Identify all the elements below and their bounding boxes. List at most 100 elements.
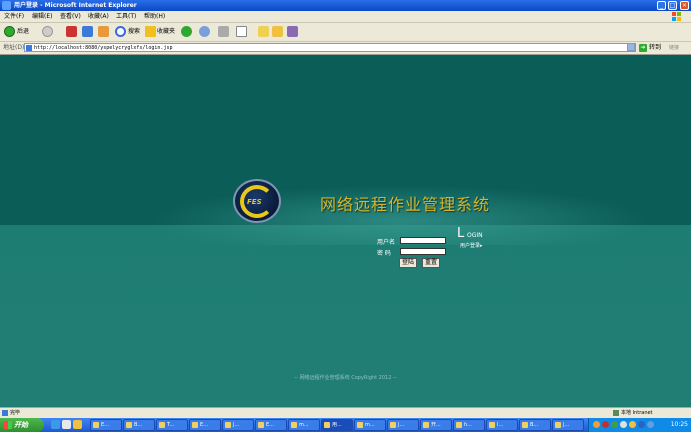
search-icon[interactable] [115, 26, 126, 37]
address-label: 地址(D) [3, 44, 25, 51]
menu-tools[interactable]: 工具(T) [116, 11, 136, 22]
task-icon [192, 422, 198, 428]
task-icon [522, 422, 528, 428]
edit-icon[interactable] [236, 26, 247, 37]
stop-icon[interactable] [66, 26, 77, 37]
minimize-button[interactable]: _ [657, 1, 666, 10]
address-bar: 地址(D) http://localhost:8080/yspelycryglx… [0, 42, 691, 55]
task-icon [159, 422, 165, 428]
quicklaunch-desktop-icon[interactable] [62, 420, 71, 429]
password-input[interactable] [400, 248, 446, 255]
taskbar-item[interactable]: J... [222, 419, 254, 431]
maximize-button[interactable]: □ [668, 1, 677, 10]
research-icon[interactable] [287, 26, 298, 37]
menu-edit[interactable]: 编辑(E) [32, 11, 52, 22]
menu-help[interactable]: 帮助(H) [144, 11, 165, 22]
links-button[interactable]: 链接 [669, 42, 679, 54]
volume-icon[interactable] [647, 421, 654, 428]
task-icon [225, 422, 231, 428]
search-button[interactable]: 搜索 [128, 23, 140, 41]
taskbar-item[interactable]: J... [387, 419, 419, 431]
tray-icon[interactable] [611, 421, 618, 428]
fes-logo: FES [233, 179, 281, 223]
tray-icon[interactable] [593, 421, 600, 428]
status-text: 完毕 [10, 410, 21, 416]
back-button[interactable]: 后退 [17, 23, 29, 41]
taskbar-item[interactable]: J... [552, 419, 584, 431]
favorites-star-icon[interactable] [145, 26, 156, 37]
tray-icon[interactable] [638, 421, 645, 428]
tray-icon[interactable] [629, 421, 636, 428]
close-button[interactable]: × [680, 1, 689, 10]
taskbar: 开始 E... B... T... E... J... E... m... 用.… [0, 418, 691, 432]
task-icon [126, 422, 132, 428]
logo-text: FES [247, 198, 262, 206]
taskbar-item[interactable]: m... [288, 419, 320, 431]
favorites-button[interactable]: 收藏夹 [157, 23, 175, 41]
taskbar-item[interactable]: h... [453, 419, 485, 431]
intranet-icon [613, 409, 619, 416]
task-icon [390, 422, 396, 428]
history-icon[interactable] [181, 26, 192, 37]
login-subheading: 用户登录▸ [460, 243, 483, 249]
reset-button[interactable]: 重置 [422, 258, 440, 268]
taskbar-item[interactable]: T... [156, 419, 188, 431]
status-bar: 完毕 本地 Intranet [0, 407, 691, 418]
taskbar-item[interactable]: 开... [420, 419, 452, 431]
taskbar-item[interactable]: B... [123, 419, 155, 431]
page-content: FES 网络远程作业管理系统 用户名 密 码 登陆 重置 L OGIN 用户登录… [0, 55, 691, 407]
go-arrow-icon: ➔ [639, 44, 647, 52]
refresh-icon[interactable] [82, 26, 93, 37]
menu-favorites[interactable]: 收藏(A) [88, 11, 109, 22]
back-arrow-icon[interactable] [4, 26, 15, 37]
task-icon [555, 422, 561, 428]
taskbar-item[interactable]: m... [354, 419, 386, 431]
taskbar-item[interactable]: E... [255, 419, 287, 431]
username-input[interactable] [400, 237, 446, 244]
menu-bar: 文件(F) 编辑(E) 查看(V) 收藏(A) 工具(T) 帮助(H) [0, 11, 691, 23]
forward-arrow-icon[interactable] [42, 26, 53, 37]
quicklaunch-ie-icon[interactable] [51, 420, 60, 429]
print-icon[interactable] [218, 26, 229, 37]
go-label: 转到 [649, 44, 662, 51]
taskbar-item-active[interactable]: 用... [321, 419, 353, 431]
task-icon [357, 422, 363, 428]
login-button[interactable]: 登陆 [399, 258, 417, 268]
task-icon [93, 422, 99, 428]
task-icon [258, 422, 264, 428]
folder-icon[interactable] [258, 26, 269, 37]
start-button[interactable]: 开始 [0, 418, 44, 432]
windows-flag-icon [4, 421, 12, 429]
task-icon [489, 422, 495, 428]
messenger-icon[interactable] [272, 26, 283, 37]
username-label: 用户名 [377, 239, 396, 246]
quicklaunch-media-icon[interactable] [73, 420, 82, 429]
taskbar-item[interactable]: E... [90, 419, 122, 431]
task-icon [423, 422, 429, 428]
security-zone: 本地 Intranet [613, 408, 653, 418]
home-icon[interactable] [98, 26, 109, 37]
tray-icon[interactable] [620, 421, 627, 428]
task-icon [291, 422, 297, 428]
status-done: 完毕 [2, 408, 20, 418]
menu-view[interactable]: 查看(V) [60, 11, 81, 22]
task-icon [324, 422, 330, 428]
tray-icon[interactable] [602, 421, 609, 428]
system-title: 网络远程作业管理系统 [320, 195, 491, 214]
go-button[interactable]: ➔ 转到 [639, 43, 665, 53]
toolbar: 后退 搜索 收藏夹 [0, 23, 691, 42]
address-input[interactable]: http://localhost:8080/yspelycryglxfs/log… [24, 43, 636, 52]
taskbar-item[interactable]: B... [519, 419, 551, 431]
login-heading-rest: OGIN [467, 232, 483, 239]
windows-logo-icon [672, 12, 681, 21]
login-heading-initial: L [457, 226, 465, 241]
copyright-text: -- 网络远程作业管理系统 CopyRight 2012 -- [294, 375, 397, 381]
menu-file[interactable]: 文件(F) [4, 11, 24, 22]
zone-text: 本地 Intranet [621, 410, 653, 416]
address-dropdown-icon[interactable] [627, 43, 635, 51]
taskbar-item[interactable]: I... [486, 419, 518, 431]
task-icon [456, 422, 462, 428]
mail-icon[interactable] [199, 26, 210, 37]
address-url[interactable]: http://localhost:8080/yspelycryglxfs/log… [34, 44, 172, 53]
taskbar-item[interactable]: E... [189, 419, 221, 431]
